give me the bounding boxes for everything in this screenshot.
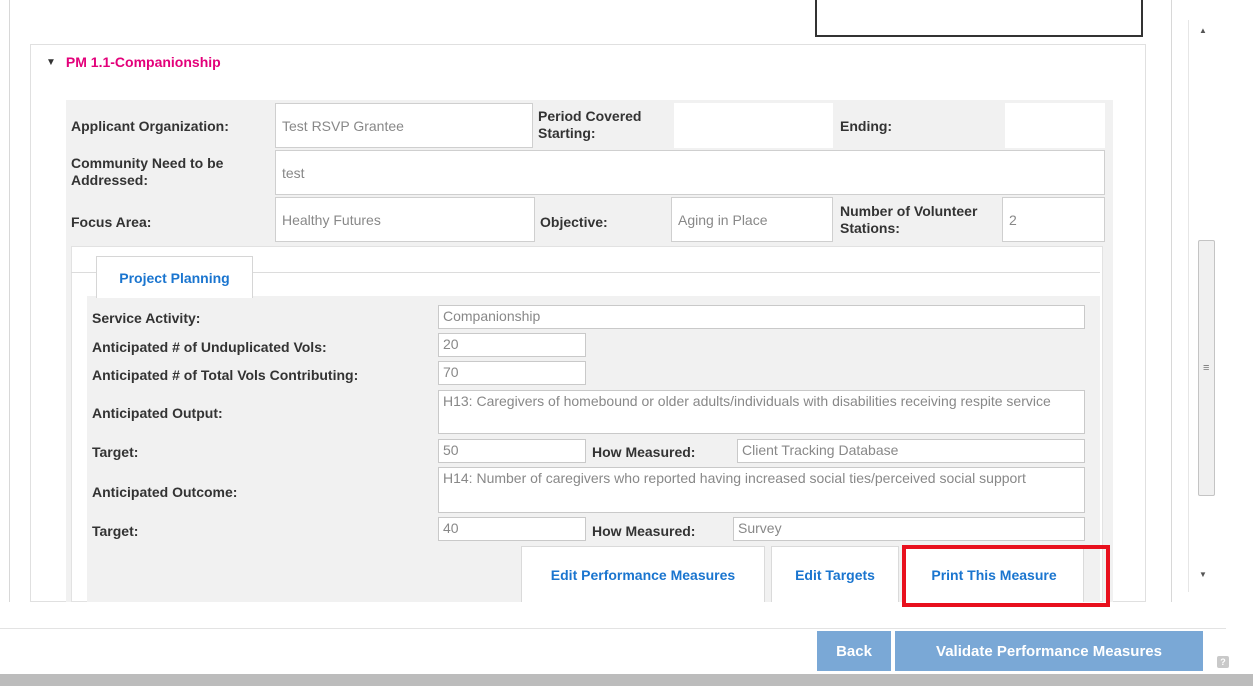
section-title[interactable]: PM 1.1-Companionship <box>66 54 221 70</box>
target-outcome-label: Target: <box>92 523 139 539</box>
scroll-grip-icon: ≡ <box>1203 362 1210 374</box>
stations-field: 2 <box>1002 197 1105 242</box>
help-icon[interactable]: ? <box>1217 656 1229 668</box>
how-measured-output-field: Client Tracking Database <box>737 439 1085 463</box>
service-activity-field: Companionship <box>438 305 1085 329</box>
ending-field <box>1005 103 1105 148</box>
stations-label-line2: Stations: <box>840 220 900 236</box>
period-label-line1: Period Covered <box>538 108 642 124</box>
scroll-up-icon[interactable]: ▲ <box>1199 26 1207 35</box>
service-activity-label: Service Activity: <box>92 310 201 326</box>
objective-label: Objective: <box>540 214 608 230</box>
unduplicated-vols-field: 20 <box>438 333 586 357</box>
period-label-line2: Starting: <box>538 125 596 141</box>
target-output-field: 50 <box>438 439 586 463</box>
collapse-caret-icon[interactable]: ▼ <box>46 57 56 68</box>
tab-divider <box>71 272 96 273</box>
anticipated-output-label: Anticipated Output: <box>92 405 223 421</box>
focus-area-field: Healthy Futures <box>275 197 535 242</box>
applicant-org-field: Test RSVP Grantee <box>275 103 533 148</box>
validate-performance-measures-button[interactable]: Validate Performance Measures <box>895 631 1203 671</box>
total-vols-field: 70 <box>438 361 586 385</box>
stations-label: Number of Volunteer Stations: <box>840 203 977 237</box>
how-measured-outcome-field: Survey <box>733 517 1085 541</box>
bottom-bar <box>0 674 1253 686</box>
anticipated-outcome-field: H14: Number of caregivers who reported h… <box>438 467 1085 513</box>
stations-label-line1: Number of Volunteer <box>840 203 978 219</box>
applicant-org-label: Applicant Organization: <box>71 118 229 134</box>
ending-label: Ending: <box>840 118 893 134</box>
community-need-label-line1: Community Need to be <box>71 155 224 171</box>
target-outcome-field: 40 <box>438 517 586 541</box>
footer-divider <box>0 628 1226 629</box>
how-measured-output-label: How Measured: <box>592 444 696 460</box>
tab-project-planning[interactable]: Project Planning <box>96 256 253 298</box>
period-covered-label: Period Covered Starting: <box>538 108 641 142</box>
anticipated-output-field: H13: Caregivers of homebound or older ad… <box>438 390 1085 434</box>
unduplicated-vols-label: Anticipated # of Unduplicated Vols: <box>92 339 327 355</box>
objective-field: Aging in Place <box>671 197 833 242</box>
edit-targets-button[interactable]: Edit Targets <box>771 546 899 602</box>
tab-divider <box>252 272 1100 273</box>
period-start-field <box>674 103 833 148</box>
edit-performance-measures-button[interactable]: Edit Performance Measures <box>521 546 765 602</box>
community-need-label: Community Need to be Addressed: <box>71 155 223 189</box>
community-need-field: test <box>275 150 1105 195</box>
back-button[interactable]: Back <box>817 631 891 671</box>
section-header[interactable]: ▼ PM 1.1-Companionship <box>46 54 221 70</box>
focus-area-label: Focus Area: <box>71 214 152 230</box>
scroll-down-icon[interactable]: ▼ <box>1199 570 1207 579</box>
highlight-box <box>902 545 1110 607</box>
previous-section-box <box>815 0 1143 37</box>
total-vols-label: Anticipated # of Total Vols Contributing… <box>92 367 359 383</box>
target-output-label: Target: <box>92 444 139 460</box>
community-need-label-line2: Addressed: <box>71 172 149 188</box>
anticipated-outcome-label: Anticipated Outcome: <box>92 484 238 500</box>
how-measured-outcome-label: How Measured: <box>592 523 696 539</box>
